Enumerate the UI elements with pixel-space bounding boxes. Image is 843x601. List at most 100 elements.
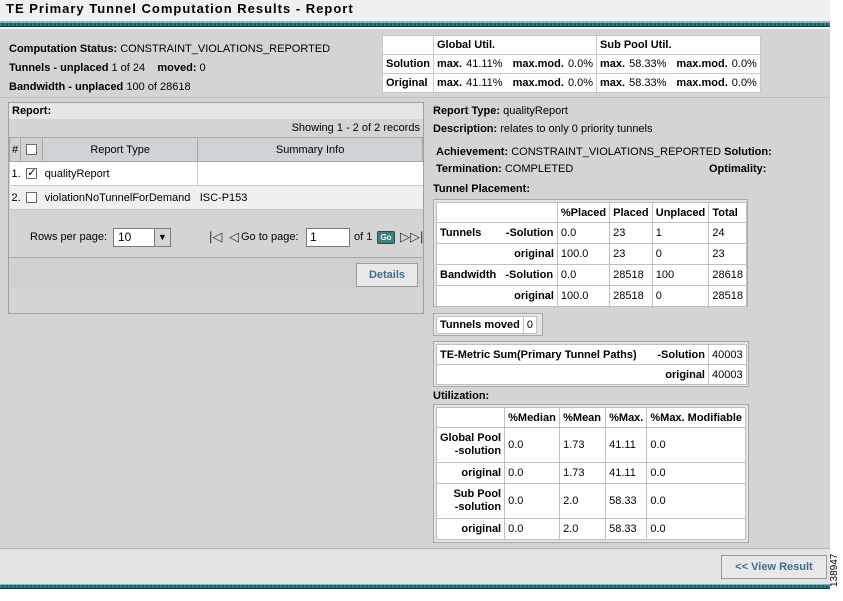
rows-per-page-value: 10 [118,230,132,244]
placement-row-label: original [436,285,558,307]
report-type-label: Report Type: [433,105,501,117]
achievement-value: CONSTRAINT_VIOLATIONS_REPORTED [511,146,722,158]
util-mean: 2.0 [559,518,607,540]
termination-label: Termination: [436,163,502,175]
placement-row: original 100.0 23 0 23 [436,243,747,265]
details-button[interactable]: Details [356,263,418,287]
select-all-checkbox[interactable] [26,144,38,156]
col-header-select-all[interactable] [20,137,44,162]
row-number: 1. [9,161,21,186]
first-page-icon[interactable]: |◁ [209,229,222,245]
rows-per-page-select[interactable]: 10 ▼ [113,228,171,247]
utilization-table: %Median %Mean %Max. %Max. Modifiable Glo… [435,407,747,540]
placement-placed: 28518 [609,264,653,286]
utilization-frame: %Median %Mean %Max. %Max. Modifiable Glo… [433,404,749,543]
util-median: 0.0 [504,462,561,484]
util-maxmod: 0.0 [646,427,747,463]
placement-row-label: original [436,243,558,265]
util-summary-row: Original max. 41.11% max.mod. 0.0% max. 58.3… [382,73,761,93]
bottom-divider [0,584,830,589]
tunnels-moved-table: Tunnels moved 0 [436,316,538,334]
row-report-type[interactable]: violationNoTunnelForDemand [42,185,198,210]
util-row: original 0.0 2.0 58.33 0.0 [435,518,747,540]
achievement-label: Achievement: [436,146,509,158]
figure-id: 138947 [829,553,840,587]
util-summary-header-global: Global Util. [432,35,598,55]
placement-header-pct: %Placed [556,202,611,223]
placement-pct: 0.0 [556,222,611,244]
view-result-button[interactable]: << View Result [721,555,827,579]
goto-page-input[interactable]: 1 [306,228,350,247]
prev-page-icon[interactable]: ◁ [229,229,239,245]
row-checkbox-cell[interactable] [20,185,43,210]
placement-header-placed: Placed [609,202,653,223]
title-bar: TE Primary Tunnel Computation Results - … [0,0,830,22]
placement-unplaced: 1 [651,222,710,244]
report-type-value: qualityReport [503,105,568,117]
optimality-label: Optimality: [709,163,767,175]
util-maxmod: 0.0 [646,483,747,519]
row-number: 2. [9,185,21,210]
tunnels-moved-label: Tunnels moved [436,316,524,334]
util-row-label: Global Pool -solution [435,427,506,463]
util-mean: 1.73 [559,462,607,484]
chevron-down-icon[interactable]: ▼ [154,229,170,246]
bandwidth-unplaced-label: Bandwidth - unplaced [9,81,124,93]
te-metric-original-value: 40003 [708,364,747,385]
row-checkbox[interactable] [26,192,38,204]
util-summary-header-subpool: Sub Pool Util. [596,35,761,55]
table-row[interactable]: 1. qualityReport [9,161,423,186]
pagination-bar: Rows per page: 10 ▼ |◁ ◁ Go to page: 1 o… [9,223,423,253]
util-header-mean: %Mean [559,407,607,428]
last-page-icon[interactable]: ▷| [410,229,423,245]
col-header-num: # [8,137,22,162]
tunnel-placement-frame: %Placed Placed Unplaced Total Tunnels -S… [433,199,748,307]
report-type-line: Report Type: qualityReport [433,105,568,117]
col-header-report-type[interactable]: Report Type [42,137,199,162]
computation-status-label: Computation Status: [9,43,118,55]
rows-per-page-label: Rows per page: [30,231,108,243]
placement-total: 28518 [708,285,747,307]
placement-unplaced: 100 [651,264,710,286]
achievement-line: Achievement: CONSTRAINT_VIOLATIONS_REPOR… [436,146,772,158]
termination-line: Termination: COMPLETED [436,163,573,175]
col-header-summary-info[interactable]: Summary Info [197,137,423,162]
util-mean: 1.73 [559,427,607,463]
description-value: relates to only 0 priority tunnels [500,123,653,135]
util-header-median: %Median [504,407,561,428]
moved-label: moved: [157,62,197,74]
placement-total: 28618 [708,264,747,286]
util-summary-row-label: Solution [382,54,434,74]
tunnels-moved-value: 0 [522,316,538,334]
row-checkbox-cell[interactable] [20,161,43,186]
tunnels-moved-frame: Tunnels moved 0 [433,313,543,336]
util-median: 0.0 [504,427,561,463]
description-label: Description: [433,123,498,135]
util-median: 0.0 [504,483,561,519]
util-header-max: %Max. [605,407,648,428]
go-button[interactable]: Go [377,231,395,244]
util-summary-header-blank [382,35,434,55]
computation-status-value: CONSTRAINT_VIOLATIONS_REPORTED [120,43,331,55]
util-row: Global Pool -solution 0.0 1.73 41.11 0.0 [435,427,747,463]
page-title: TE Primary Tunnel Computation Results - … [6,1,354,16]
te-metric-table: TE-Metric Sum(Primary Tunnel Paths) -Solu… [436,344,747,385]
moved-value: 0 [199,62,206,74]
placement-row-label: Tunnels -Solution [436,222,558,244]
row-checkbox[interactable] [26,166,38,180]
utilization-heading: Utilization: [433,390,490,402]
util-summary-row: Solution max. 41.11% max.mod. 0.0% max. 58.3… [382,54,761,74]
util-max: 41.11 [605,462,648,484]
table-row[interactable]: 2. violationNoTunnelForDemand ISC-P153 [9,185,423,210]
placement-unplaced: 0 [651,285,710,307]
util-row: original 0.0 1.73 41.11 0.0 [435,462,747,484]
goto-page-label: Go to page: [241,231,299,243]
placement-header-total: Total [708,202,747,223]
placement-total: 24 [708,222,747,244]
next-page-icon[interactable]: ▷ [400,229,410,245]
row-summary-info [197,161,423,186]
row-report-type[interactable]: qualityReport [42,161,198,186]
placement-pct: 100.0 [556,243,611,265]
records-count: Showing 1 - 2 of 2 records [291,122,420,134]
section-divider [0,97,830,98]
